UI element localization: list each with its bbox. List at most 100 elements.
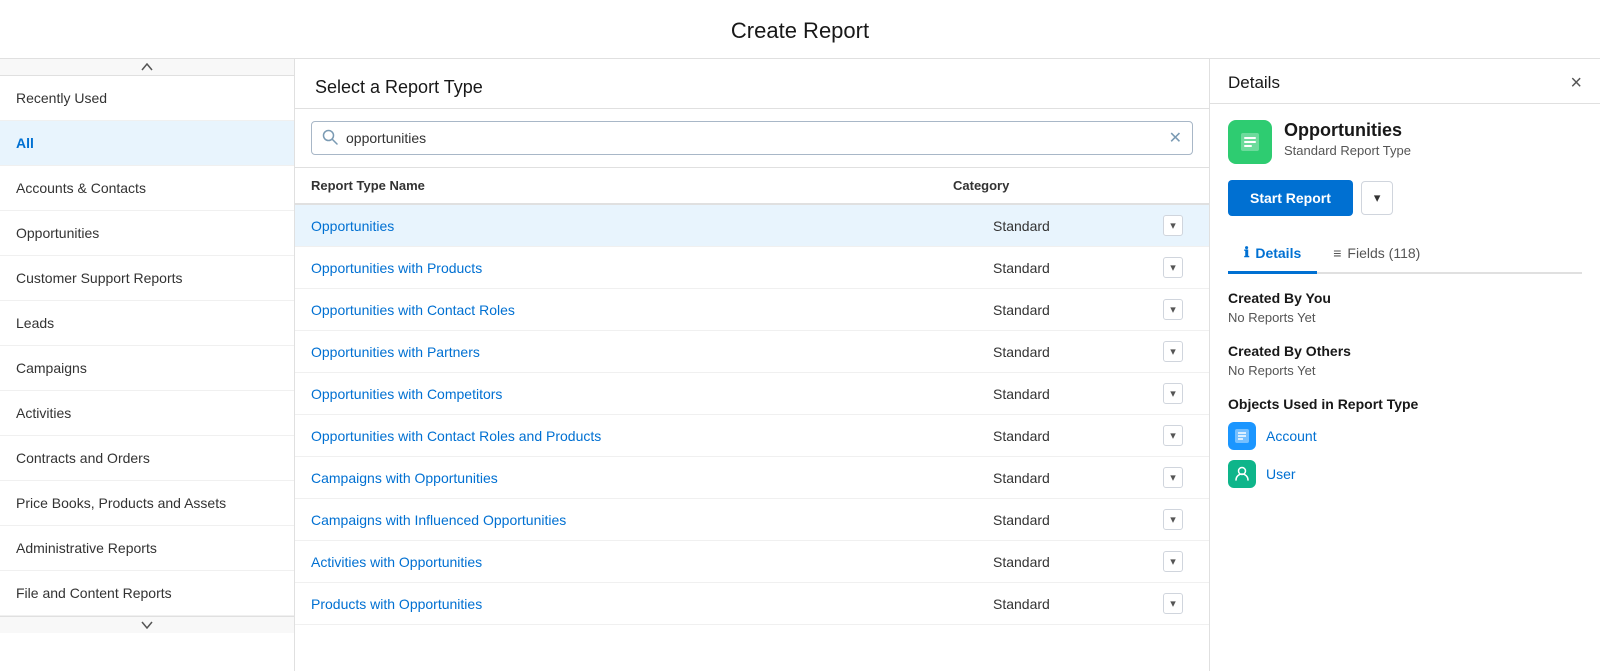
report-row-category: Standard: [993, 218, 1153, 234]
sidebar-item-price-books[interactable]: Price Books, Products and Assets: [0, 481, 294, 526]
report-row-category: Standard: [993, 596, 1153, 612]
report-row-name: Opportunities with Partners: [311, 344, 993, 360]
search-icon: [322, 129, 338, 148]
search-input[interactable]: [346, 130, 1169, 146]
details-tab-label: Details: [1255, 245, 1301, 261]
table-header: Report Type Name Category: [295, 168, 1209, 205]
report-row-name: Opportunities with Contact Roles and Pro…: [311, 428, 993, 444]
table-row[interactable]: Campaigns with Influenced OpportunitiesS…: [295, 499, 1209, 541]
report-row-name: Campaigns with Influenced Opportunities: [311, 512, 993, 528]
report-row-name: Opportunities with Competitors: [311, 386, 993, 402]
sidebar-scroll-up[interactable]: [0, 59, 294, 76]
sidebar-items-container: Recently UsedAllAccounts & ContactsOppor…: [0, 76, 294, 616]
object-items-container: Account User: [1228, 422, 1582, 488]
details-tab-icon: ℹ: [1244, 244, 1249, 261]
sidebar-item-leads[interactable]: Leads: [0, 301, 294, 346]
table-row[interactable]: OpportunitiesStandard▾: [295, 205, 1209, 247]
table-row[interactable]: Opportunities with Contact Roles and Pro…: [295, 415, 1209, 457]
row-chevron-button[interactable]: ▾: [1163, 383, 1183, 404]
report-row-name: Opportunities with Contact Roles: [311, 302, 993, 318]
start-report-chevron-button[interactable]: ▾: [1361, 181, 1394, 215]
sidebar-item-customer-support[interactable]: Customer Support Reports: [0, 256, 294, 301]
report-row-name: Activities with Opportunities: [311, 554, 993, 570]
details-tabs: ℹ Details ≡Fields (118): [1228, 236, 1582, 274]
created-by-others-value: No Reports Yet: [1228, 363, 1582, 378]
report-row-name: Opportunities with Products: [311, 260, 993, 276]
sidebar-item-recently-used[interactable]: Recently Used: [0, 76, 294, 121]
row-chevron-button[interactable]: ▾: [1163, 551, 1183, 572]
report-row-chevron-container: ▾: [1153, 551, 1193, 572]
table-row[interactable]: Products with OpportunitiesStandard ▾: [295, 583, 1209, 625]
report-row-chevron-container: ▾: [1153, 509, 1193, 530]
report-row-chevron-container: ▾: [1153, 467, 1193, 488]
start-report-button[interactable]: Start Report: [1228, 180, 1353, 216]
table-row[interactable]: Campaigns with OpportunitiesStandard▾: [295, 457, 1209, 499]
sidebar-item-file-content[interactable]: File and Content Reports: [0, 571, 294, 616]
report-rows-container: OpportunitiesStandard▾Opportunities with…: [295, 205, 1209, 625]
report-row-name: Products with Opportunities: [311, 596, 993, 612]
col-header-category: Category: [953, 178, 1153, 193]
report-row-category: Standard: [993, 470, 1153, 486]
search-bar: ✕: [295, 109, 1209, 168]
created-by-others-title: Created By Others: [1228, 343, 1582, 359]
details-panel-title: Details: [1228, 73, 1280, 93]
report-type-icon: [1228, 120, 1272, 164]
sidebar-item-accounts-contacts[interactable]: Accounts & Contacts: [0, 166, 294, 211]
created-by-others-section: Created By Others No Reports Yet: [1228, 343, 1582, 378]
row-chevron-button[interactable]: ▾: [1163, 593, 1183, 614]
row-chevron-button[interactable]: ▾: [1163, 299, 1183, 320]
middle-panel: Select a Report Type ✕ Report Type Name …: [295, 59, 1210, 671]
col-header-name: Report Type Name: [311, 178, 953, 193]
report-row-chevron-container: ▾: [1153, 215, 1193, 236]
action-buttons: Start Report ▾: [1228, 180, 1582, 216]
table-row[interactable]: Activities with OpportunitiesStandard▾: [295, 541, 1209, 583]
report-row-chevron-container: ▾: [1153, 593, 1193, 614]
details-panel: Details × Opportunities Standard Report …: [1210, 59, 1600, 671]
details-header: Details ×: [1210, 59, 1600, 104]
fields-tab-label: Fields (118): [1347, 245, 1420, 261]
clear-search-icon[interactable]: ✕: [1169, 128, 1182, 148]
sidebar-scroll-down[interactable]: [0, 616, 294, 633]
report-row-category: Standard: [993, 260, 1153, 276]
object-item-user[interactable]: User: [1228, 460, 1582, 488]
report-type-header: Opportunities Standard Report Type: [1228, 120, 1582, 164]
sidebar-item-opportunities[interactable]: Opportunities: [0, 211, 294, 256]
page-title: Create Report: [0, 0, 1600, 59]
report-row-category: Standard: [993, 428, 1153, 444]
main-layout: Recently UsedAllAccounts & ContactsOppor…: [0, 59, 1600, 671]
sidebar-item-admin-reports[interactable]: Administrative Reports: [0, 526, 294, 571]
search-input-wrap: ✕: [311, 121, 1193, 155]
row-chevron-button[interactable]: ▾: [1163, 509, 1183, 530]
created-by-you-value: No Reports Yet: [1228, 310, 1582, 325]
col-header-action: [1153, 178, 1193, 193]
details-tab-fields[interactable]: ≡Fields (118): [1317, 236, 1436, 274]
sidebar-item-all[interactable]: All: [0, 121, 294, 166]
object-item-account[interactable]: Account: [1228, 422, 1582, 450]
sidebar-item-campaigns[interactable]: Campaigns: [0, 346, 294, 391]
objects-section-title: Objects Used in Report Type: [1228, 396, 1582, 412]
report-row-chevron-container: ▾: [1153, 425, 1193, 446]
row-chevron-button[interactable]: ▾: [1163, 467, 1183, 488]
sidebar-item-contracts-orders[interactable]: Contracts and Orders: [0, 436, 294, 481]
report-row-category: Standard: [993, 386, 1153, 402]
sidebar-item-activities[interactable]: Activities: [0, 391, 294, 436]
report-table: Report Type Name Category OpportunitiesS…: [295, 168, 1209, 671]
row-chevron-button[interactable]: ▾: [1163, 425, 1183, 446]
details-tab-details[interactable]: ℹ Details: [1228, 236, 1317, 274]
created-by-you-section: Created By You No Reports Yet: [1228, 290, 1582, 325]
report-row-category: Standard: [993, 302, 1153, 318]
table-row[interactable]: Opportunities with CompetitorsStandard ▾: [295, 373, 1209, 415]
report-type-name: Opportunities: [1284, 120, 1411, 141]
row-chevron-button[interactable]: ▾: [1163, 215, 1183, 236]
table-row[interactable]: Opportunities with Contact RolesStandard…: [295, 289, 1209, 331]
account-object-icon: [1228, 422, 1256, 450]
close-button[interactable]: ×: [1570, 73, 1582, 93]
row-chevron-button[interactable]: ▾: [1163, 257, 1183, 278]
report-row-chevron-container: ▾: [1153, 341, 1193, 362]
sidebar: Recently UsedAllAccounts & ContactsOppor…: [0, 59, 295, 671]
table-row[interactable]: Opportunities with ProductsStandard ▾: [295, 247, 1209, 289]
report-type-subtitle: Standard Report Type: [1284, 143, 1411, 158]
row-chevron-button[interactable]: ▾: [1163, 341, 1183, 362]
report-row-category: Standard: [993, 512, 1153, 528]
table-row[interactable]: Opportunities with PartnersStandard▾: [295, 331, 1209, 373]
